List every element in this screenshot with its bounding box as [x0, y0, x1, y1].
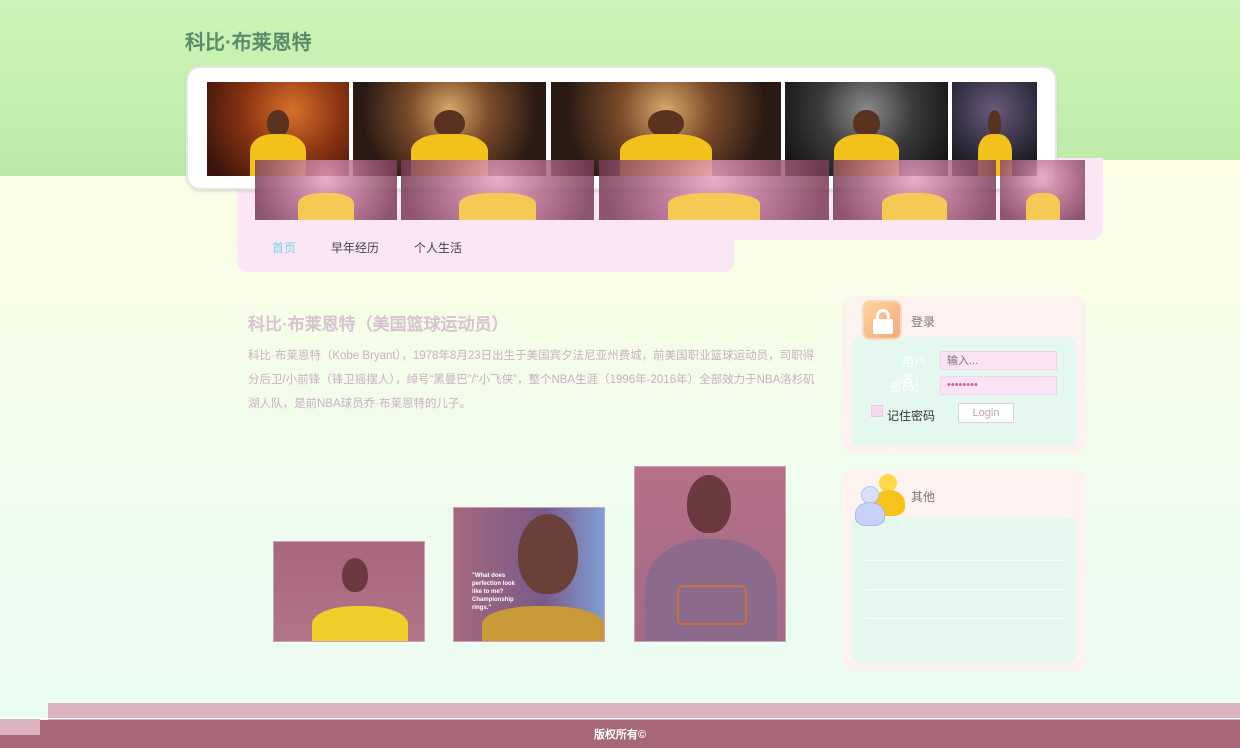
nav-bar	[237, 230, 734, 272]
banner-photo-tinted-3	[599, 160, 829, 220]
login-heading: 登录	[911, 315, 936, 329]
username-input[interactable]	[940, 351, 1057, 370]
gallery-photo-2[interactable]: "What does perfection look like to me? C…	[453, 507, 605, 642]
banner-strip-tinted	[255, 160, 1085, 220]
gallery-photo-3[interactable]	[634, 466, 786, 642]
photo-jersey	[482, 606, 604, 641]
password-input[interactable]: ••••••••	[940, 376, 1057, 395]
remember-label: 记住密码	[887, 409, 936, 423]
password-label: 密码：	[889, 380, 926, 394]
banner-photo-tinted-1	[255, 160, 397, 220]
banner-photo-tinted-2	[401, 160, 594, 220]
article-title: 科比·布莱恩特（美国篮球运动员）	[248, 315, 509, 334]
remember-checkbox[interactable]	[871, 405, 883, 417]
banner-photo-tinted-4	[833, 160, 996, 220]
photo-shirt-print	[677, 585, 747, 625]
other-link-4[interactable]	[866, 624, 1066, 648]
lock-icon	[862, 300, 902, 340]
gallery-photo-1[interactable]	[273, 541, 425, 642]
copyright-text: 版权所有©	[593, 729, 647, 741]
header-band-cutout	[1103, 160, 1240, 176]
other-link-2[interactable]	[866, 566, 1066, 590]
photo-jersey	[312, 606, 408, 641]
photo-head	[518, 514, 578, 594]
article-body: 科比·布莱恩特（Kobe Bryant），1978年8月23日出生于美国宾夕法尼…	[248, 350, 815, 410]
nav-item-home[interactable]: 首页	[272, 240, 296, 256]
nav-item-personal-life[interactable]: 个人生活	[414, 240, 462, 256]
other-heading: 其他	[911, 490, 936, 504]
site-title[interactable]: 科比·布莱恩特	[185, 26, 312, 55]
people-icon	[853, 474, 907, 528]
other-link-3[interactable]	[866, 595, 1066, 619]
photo-head	[342, 558, 368, 592]
nav-item-early-life[interactable]: 早年经历	[331, 240, 379, 256]
photo-head	[687, 475, 731, 533]
other-link-1[interactable]	[866, 537, 1066, 561]
footer-divider	[0, 718, 1240, 719]
photo-caption: "What does perfection look like to me? C…	[472, 573, 516, 611]
login-button[interactable]: Login	[958, 403, 1014, 423]
banner-photo-tinted-5	[1000, 160, 1085, 220]
